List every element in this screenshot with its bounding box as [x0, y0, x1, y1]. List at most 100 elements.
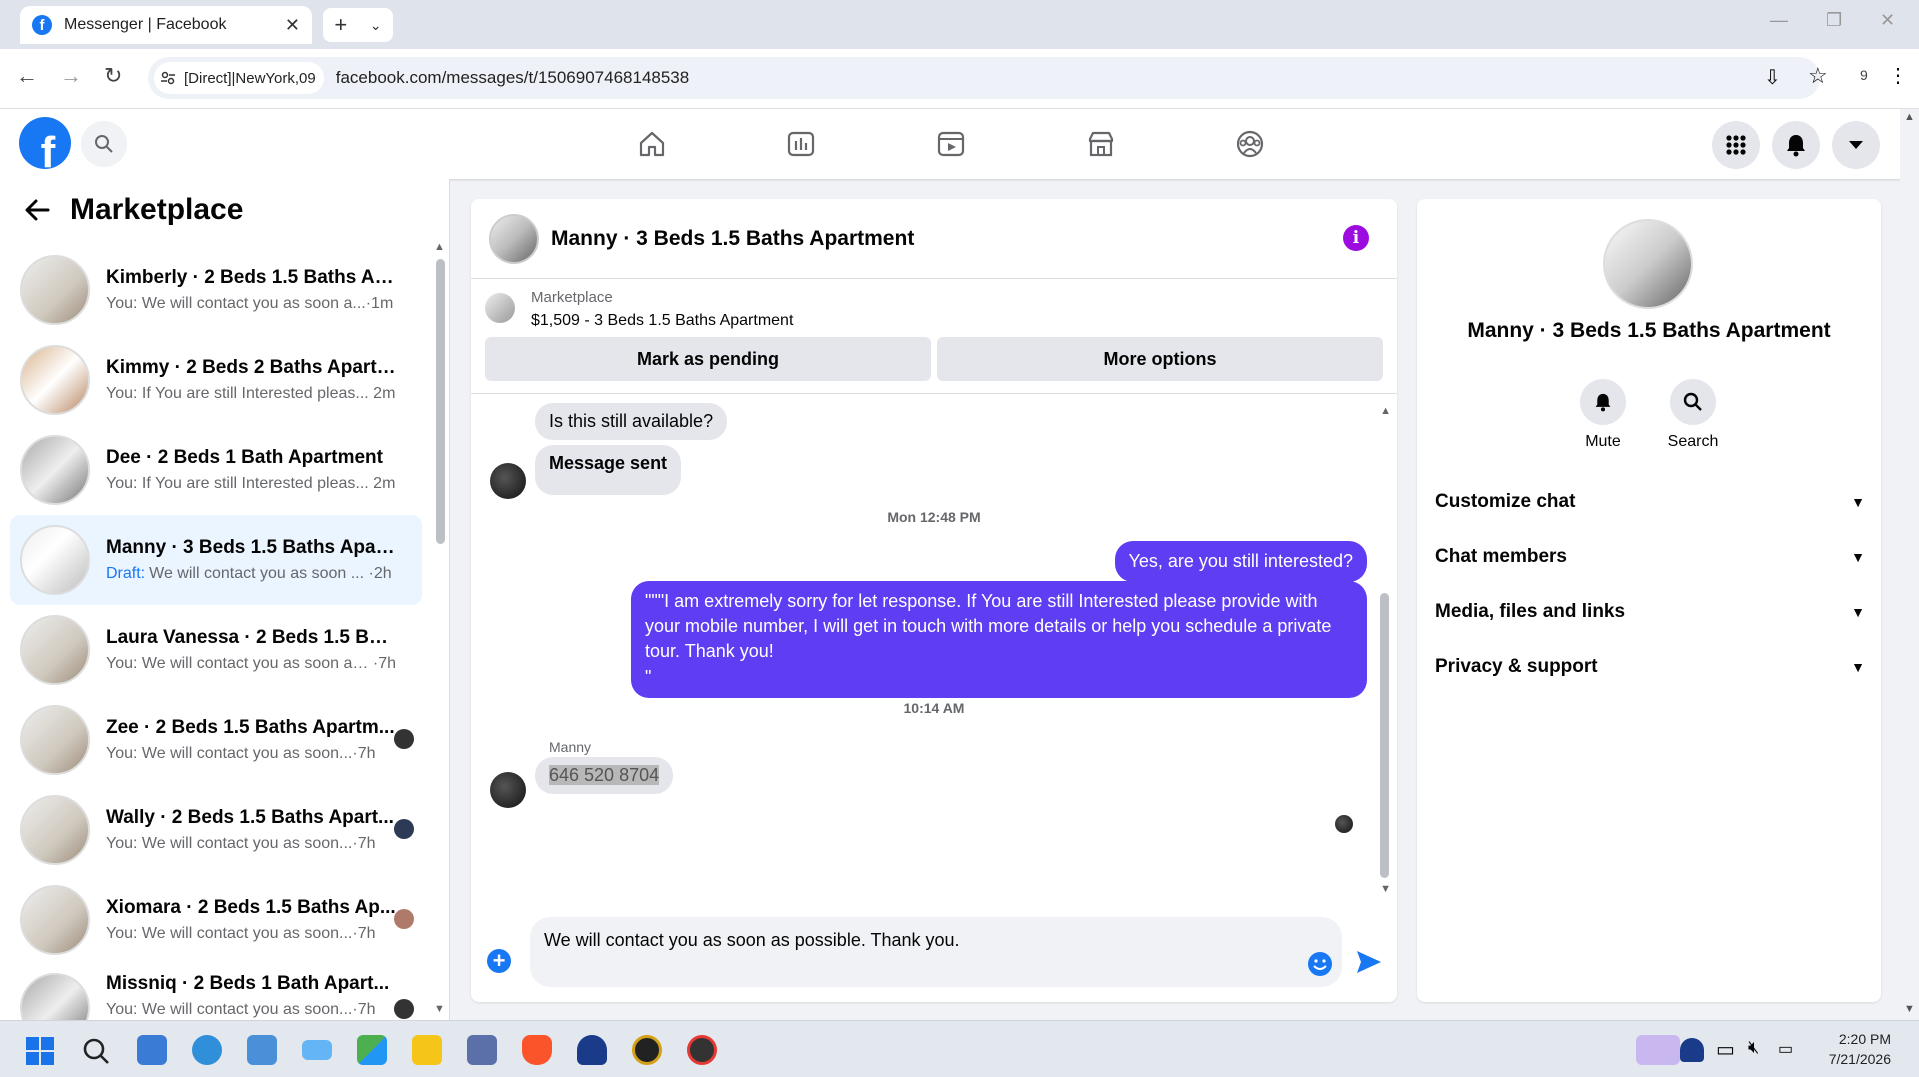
taskbar-tool-icon[interactable]: [247, 1035, 277, 1065]
conversation-item-active[interactable]: Manny · 3 Beds 1.5 Baths Apart... Draft:…: [10, 515, 422, 605]
bookmark-star-icon[interactable]: ☆: [1808, 63, 1828, 89]
tray-vpn-icon[interactable]: [1680, 1038, 1704, 1062]
page-scrollbar[interactable]: ▲ ▼: [1900, 109, 1919, 1020]
taskbar-browser-icon[interactable]: [192, 1035, 222, 1065]
read-receipt-avatar: [394, 999, 414, 1019]
sender-avatar[interactable]: [490, 772, 526, 808]
message-input[interactable]: We will contact you as soon as possible.…: [530, 917, 1342, 987]
conversation-item[interactable]: Kimberly · 2 Beds 1.5 Baths Apar... You:…: [10, 245, 422, 335]
taskbar-app-icon[interactable]: [577, 1035, 607, 1065]
conversation-item[interactable]: Laura Vanessa · 2 Beds 1.5 Baths ... You…: [10, 605, 422, 695]
mute-action[interactable]: Mute: [1563, 379, 1643, 451]
tab-list-chevron-icon[interactable]: ⌄: [370, 17, 382, 34]
listing-title: $1,509 - 3 Beds 1.5 Baths Apartment: [531, 312, 794, 329]
sender-avatar[interactable]: [490, 463, 526, 499]
back-arrow-icon[interactable]: [24, 199, 50, 221]
restore-icon[interactable]: ❐: [1826, 10, 1842, 31]
taskbar-app-icon[interactable]: [357, 1035, 387, 1065]
page-scroll-down-icon[interactable]: ▼: [1904, 1003, 1915, 1015]
info-icon[interactable]: i: [1343, 225, 1369, 251]
new-tab-icon[interactable]: +: [334, 12, 347, 38]
minimize-icon[interactable]: —: [1770, 10, 1788, 31]
tray-clock[interactable]: 2:20 PM 7/21/2026: [1829, 1029, 1891, 1069]
mark-as-pending-button[interactable]: Mark as pending: [485, 337, 931, 381]
scroll-up-icon[interactable]: ▲: [434, 241, 445, 253]
add-attachment-icon[interactable]: +: [487, 949, 511, 973]
groups-nav[interactable]: [1230, 124, 1270, 164]
conversation-item[interactable]: Missniq · 2 Beds 1 Bath Apart... You: We…: [10, 965, 422, 1025]
url-text[interactable]: facebook.com/messages/t/1506907468148538: [336, 68, 689, 88]
facebook-search-button[interactable]: [81, 121, 127, 167]
listing-thumbnail: [20, 345, 90, 415]
section-privacy-support[interactable]: Privacy & support ▼: [1435, 639, 1865, 694]
taskbar-search-icon[interactable]: [82, 1037, 110, 1065]
menu-button[interactable]: [1712, 121, 1760, 169]
preview-text: We will contact you as soon a...: [141, 295, 366, 312]
marketplace-nav[interactable]: [1081, 124, 1121, 164]
install-app-icon[interactable]: ⇩: [1764, 65, 1781, 90]
chat-scroll-up-icon[interactable]: ▲: [1380, 405, 1391, 417]
emoji-icon[interactable]: [1307, 951, 1333, 977]
chat-scroll-down-icon[interactable]: ▼: [1380, 883, 1391, 895]
window-close-icon[interactable]: ✕: [1880, 10, 1895, 31]
facebook-logo-icon[interactable]: f: [19, 117, 71, 169]
sidebar-scrollbar[interactable]: [436, 259, 445, 544]
chat-scrollbar[interactable]: [1380, 593, 1389, 878]
taskbar-app-icon[interactable]: [467, 1035, 497, 1065]
notifications-button[interactable]: [1772, 121, 1820, 169]
home-nav[interactable]: [632, 124, 672, 164]
composer: + We will contact you as soon as possibl…: [471, 909, 1397, 1002]
reload-icon[interactable]: ↻: [104, 63, 122, 89]
tray-display-icon[interactable]: ▭: [1716, 1037, 1735, 1062]
send-icon[interactable]: [1355, 949, 1383, 975]
taskbar-app-icon[interactable]: [302, 1040, 332, 1060]
taskbar-brave-icon[interactable]: [522, 1035, 552, 1065]
conversation-name: Xiomara · 2 Beds 1.5 Baths Ap...: [106, 897, 396, 918]
chat-listing-thumbnail[interactable]: [489, 213, 539, 264]
conversation-item[interactable]: Wally · 2 Beds 1.5 Baths Apart... You: W…: [10, 785, 422, 875]
scroll-down-icon[interactable]: ▼: [434, 1003, 445, 1015]
conversation-item[interactable]: Xiomara · 2 Beds 1.5 Baths Ap... You: We…: [10, 875, 422, 965]
back-icon[interactable]: ←: [16, 63, 38, 89]
page-scroll-up-icon[interactable]: ▲: [1904, 111, 1915, 123]
conversation-item[interactable]: Dee · 2 Beds 1 Bath Apartment You: If Yo…: [10, 425, 422, 515]
section-chat-members[interactable]: Chat members ▼: [1435, 529, 1865, 584]
clock-date: 7/21/2026: [1828, 1051, 1891, 1067]
info-listing-thumbnail[interactable]: [1603, 219, 1693, 309]
search-action[interactable]: Search: [1653, 379, 1733, 451]
chevron-down-icon: [1849, 141, 1863, 149]
sidebar-title: Marketplace: [70, 193, 244, 226]
taskbar-app-icon[interactable]: [632, 1035, 662, 1065]
listing-summary[interactable]: Marketplace $1,509 - 3 Beds 1.5 Baths Ap…: [471, 279, 1397, 339]
browser-tab[interactable]: f Messenger | Facebook ✕: [20, 6, 312, 44]
tray-pen-icon[interactable]: [1636, 1035, 1680, 1065]
taskbar-app-icon[interactable]: [137, 1035, 167, 1065]
taskbar-folder-icon[interactable]: [412, 1035, 442, 1065]
incoming-message: Is this still available?: [535, 403, 728, 440]
chat-title[interactable]: Manny · 3 Beds 1.5 Baths Apartment: [551, 227, 914, 251]
preview-time: ·7h: [352, 835, 376, 852]
account-button[interactable]: [1832, 121, 1880, 169]
windows-start-icon[interactable]: [26, 1037, 54, 1065]
site-info-chip[interactable]: [Direct]|NewYork,09: [154, 62, 324, 94]
phone-number-text[interactable]: 646 520 8704: [549, 765, 660, 785]
close-tab-icon[interactable]: ✕: [285, 15, 300, 36]
section-customize-chat[interactable]: Customize chat ▼: [1435, 474, 1865, 529]
forward-icon[interactable]: →: [60, 63, 82, 89]
facebook-header: f: [0, 109, 1900, 179]
conversation-name: Manny · 3 Beds 1.5 Baths Apart...: [106, 537, 396, 558]
section-media-files-links[interactable]: Media, files and links ▼: [1435, 584, 1865, 639]
extensions-count[interactable]: 9: [1860, 67, 1868, 83]
info-title: Manny · 3 Beds 1.5 Baths Apartment: [1467, 319, 1831, 342]
bell-icon: [1595, 393, 1611, 412]
omnibox[interactable]: [Direct]|NewYork,09 facebook.com/message…: [148, 57, 1820, 99]
feeds-nav[interactable]: [781, 124, 821, 164]
tray-volume-muted-icon[interactable]: 🔇︎: [1748, 1037, 1759, 1058]
browser-menu-icon[interactable]: ⋮: [1888, 63, 1908, 88]
taskbar-app-icon[interactable]: [687, 1035, 717, 1065]
conversation-item[interactable]: Zee · 2 Beds 1.5 Baths Apartm... You: We…: [10, 695, 422, 785]
conversation-item[interactable]: Kimmy · 2 Beds 2 Baths Apartm... You: If…: [10, 335, 422, 425]
tray-battery-icon[interactable]: ▭: [1778, 1039, 1793, 1059]
video-nav[interactable]: [931, 124, 971, 164]
more-options-button[interactable]: More options: [937, 337, 1383, 381]
